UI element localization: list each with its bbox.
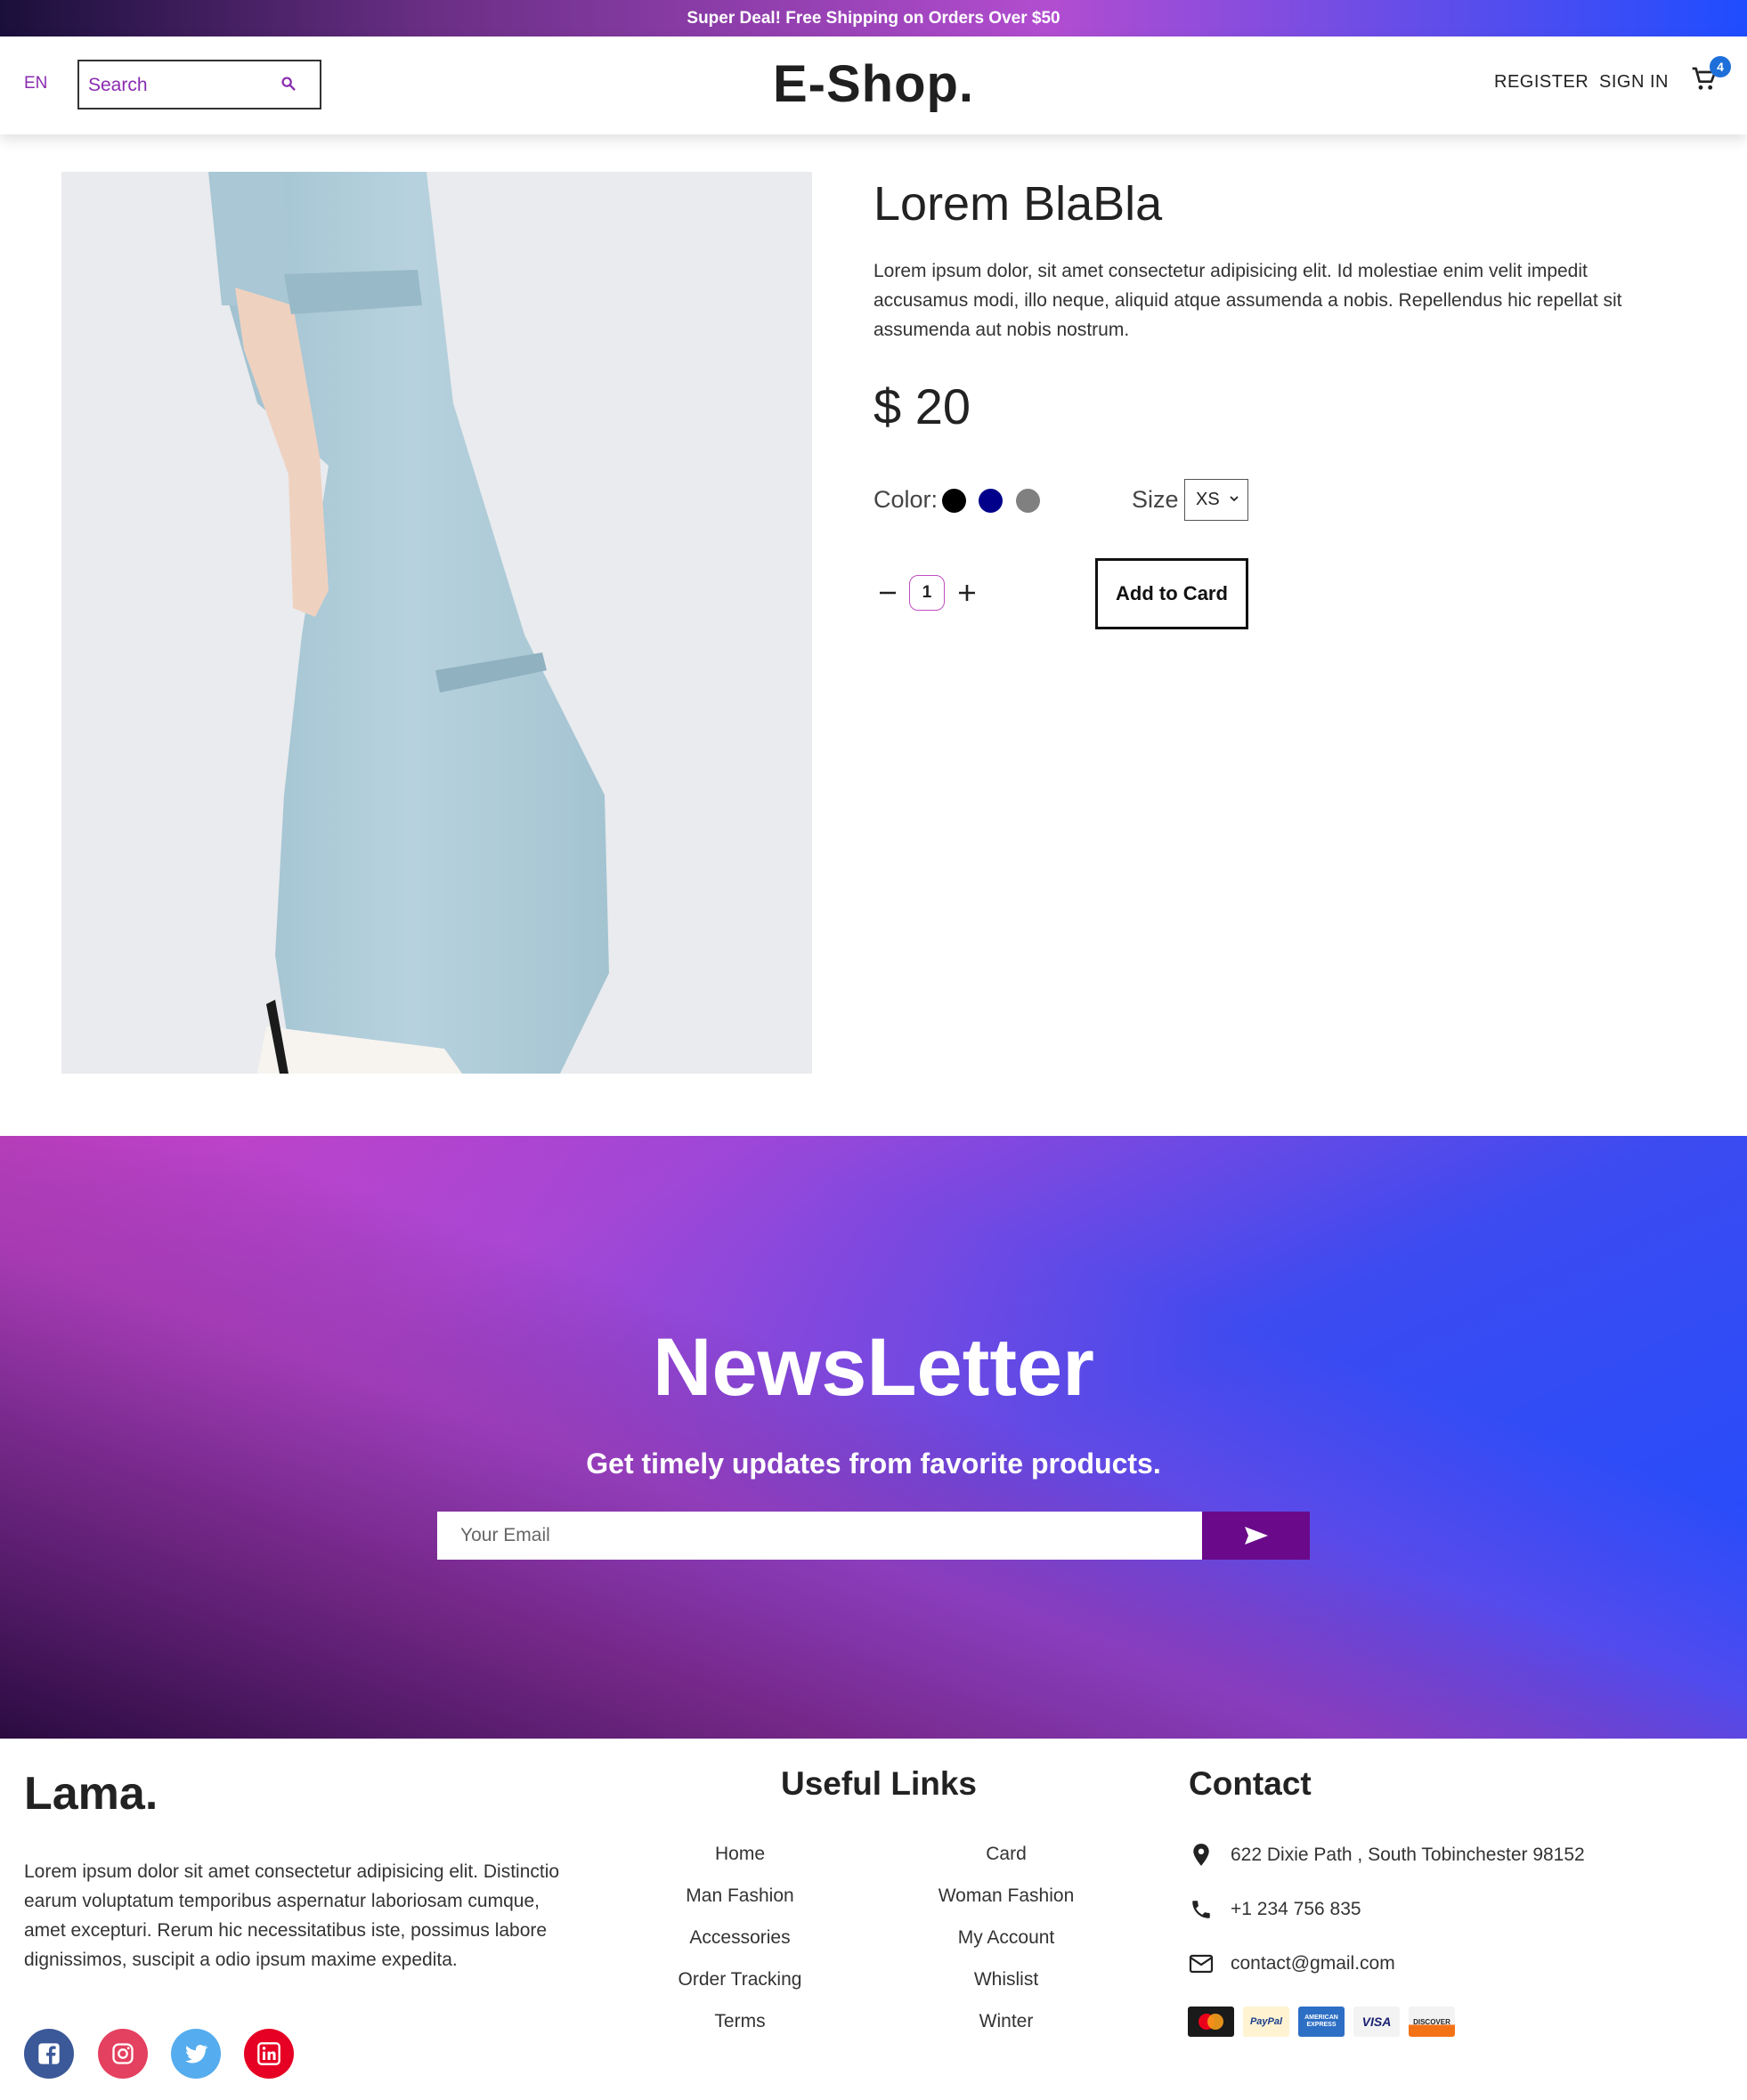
contact-phone-text: +1 234 756 835	[1231, 1899, 1361, 1919]
footer-brand: Lama.	[24, 1768, 158, 1820]
footer-link-accessories[interactable]: Accessories	[629, 1927, 851, 1949]
footer-link-my-account[interactable]: My Account	[895, 1927, 1117, 1949]
footer-link-man-fashion[interactable]: Man Fashion	[629, 1885, 851, 1907]
send-icon	[1244, 1527, 1268, 1545]
product-title: Lorem BlaBla	[874, 177, 1163, 231]
paypal-logo: PayPal	[1243, 2007, 1289, 2037]
newsletter-section: NewsLetter Get timely updates from favor…	[0, 1136, 1747, 1739]
newsletter-gradient-overlay	[0, 1136, 1747, 1739]
language-selector[interactable]: EN	[24, 74, 47, 93]
brand-text[interactable]: E-Shop.	[773, 55, 974, 113]
chevron-down-icon	[1230, 496, 1239, 502]
footer-link-card[interactable]: Card	[895, 1844, 1117, 1865]
search-box	[77, 60, 321, 109]
contact-email-text: contact@gmail.com	[1231, 1953, 1395, 1974]
product-image	[61, 172, 812, 1074]
mastercard-logo	[1188, 2007, 1234, 2037]
visa-logo: VISA	[1353, 2007, 1400, 2037]
contact-heading: Contact	[1189, 1765, 1312, 1802]
size-selected-value: XS	[1196, 490, 1220, 509]
cart-count-badge: 4	[1710, 56, 1731, 77]
newsletter-subtitle: Get timely updates from favorite product…	[586, 1447, 1161, 1480]
color-label: Color:	[874, 486, 939, 513]
decrease-quantity-icon[interactable]	[877, 580, 898, 605]
color-swatch-blue[interactable]	[979, 489, 1003, 513]
discover-logo: DISCOVER	[1409, 2007, 1455, 2037]
footer-description: Lorem ipsum dolor sit amet consectetur a…	[24, 1861, 560, 1970]
contact-address: 622 Dixie Path , South Tobinchester 9815…	[1188, 1842, 1585, 1869]
facebook-button[interactable]	[24, 2029, 74, 2079]
site-header: EN E-Shop. REGISTER SIGN IN 4	[0, 36, 1747, 134]
linkedin-button[interactable]	[244, 2029, 294, 2079]
footer-link-woman-fashion[interactable]: Woman Fashion	[895, 1885, 1117, 1907]
product-price: $ 20	[874, 378, 971, 434]
quantity-value: 1	[909, 575, 945, 611]
size-label: Size	[1132, 486, 1179, 513]
instagram-icon	[112, 2043, 134, 2064]
search-input[interactable]	[88, 70, 266, 101]
newsletter-email-input[interactable]	[437, 1512, 1202, 1560]
footer-link-terms[interactable]: Terms	[629, 2011, 851, 2032]
contact-email: contact@gmail.com	[1188, 1950, 1395, 1977]
footer-link-home[interactable]: Home	[629, 1844, 851, 1865]
facebook-icon	[38, 2043, 60, 2064]
color-swatch-gray[interactable]	[1016, 489, 1040, 513]
twitter-icon	[185, 2045, 208, 2064]
color-swatch-black[interactable]	[942, 489, 966, 513]
contact-phone: +1 234 756 835	[1188, 1896, 1361, 1923]
amex-logo: AMERICAN EXPRESS	[1298, 2007, 1345, 2037]
footer-link-order-tracking[interactable]: Order Tracking	[629, 1969, 851, 1991]
size-select[interactable]: XS	[1184, 479, 1248, 521]
contact-address-text: 622 Dixie Path , South Tobinchester 9815…	[1231, 1845, 1585, 1865]
newsletter-title: NewsLetter	[653, 1322, 1094, 1413]
footer-link-winter[interactable]: Winter	[895, 2011, 1117, 2032]
sign-in-link[interactable]: SIGN IN	[1599, 72, 1669, 93]
product-description: Lorem ipsum dolor, sit amet consectetur …	[874, 261, 1622, 340]
announcement-bar: Super Deal! Free Shipping on Orders Over…	[0, 0, 1747, 36]
useful-links-heading: Useful Links	[781, 1765, 977, 1802]
instagram-button[interactable]	[98, 2029, 148, 2079]
newsletter-send-button[interactable]	[1202, 1512, 1310, 1560]
add-to-cart-button[interactable]: Add to Card	[1095, 558, 1248, 629]
increase-quantity-icon[interactable]	[956, 580, 978, 605]
location-pin-icon	[1188, 1842, 1215, 1869]
twitter-button[interactable]	[171, 2029, 221, 2079]
announcement-text: Super Deal! Free Shipping on Orders Over…	[687, 8, 1060, 28]
register-link[interactable]: REGISTER	[1494, 72, 1589, 93]
linkedin-icon	[257, 2042, 280, 2065]
mail-icon	[1188, 1950, 1215, 1977]
footer-link-wishlist[interactable]: Whislist	[895, 1969, 1117, 1991]
phone-icon	[1188, 1896, 1215, 1923]
search-icon[interactable]	[279, 74, 298, 93]
